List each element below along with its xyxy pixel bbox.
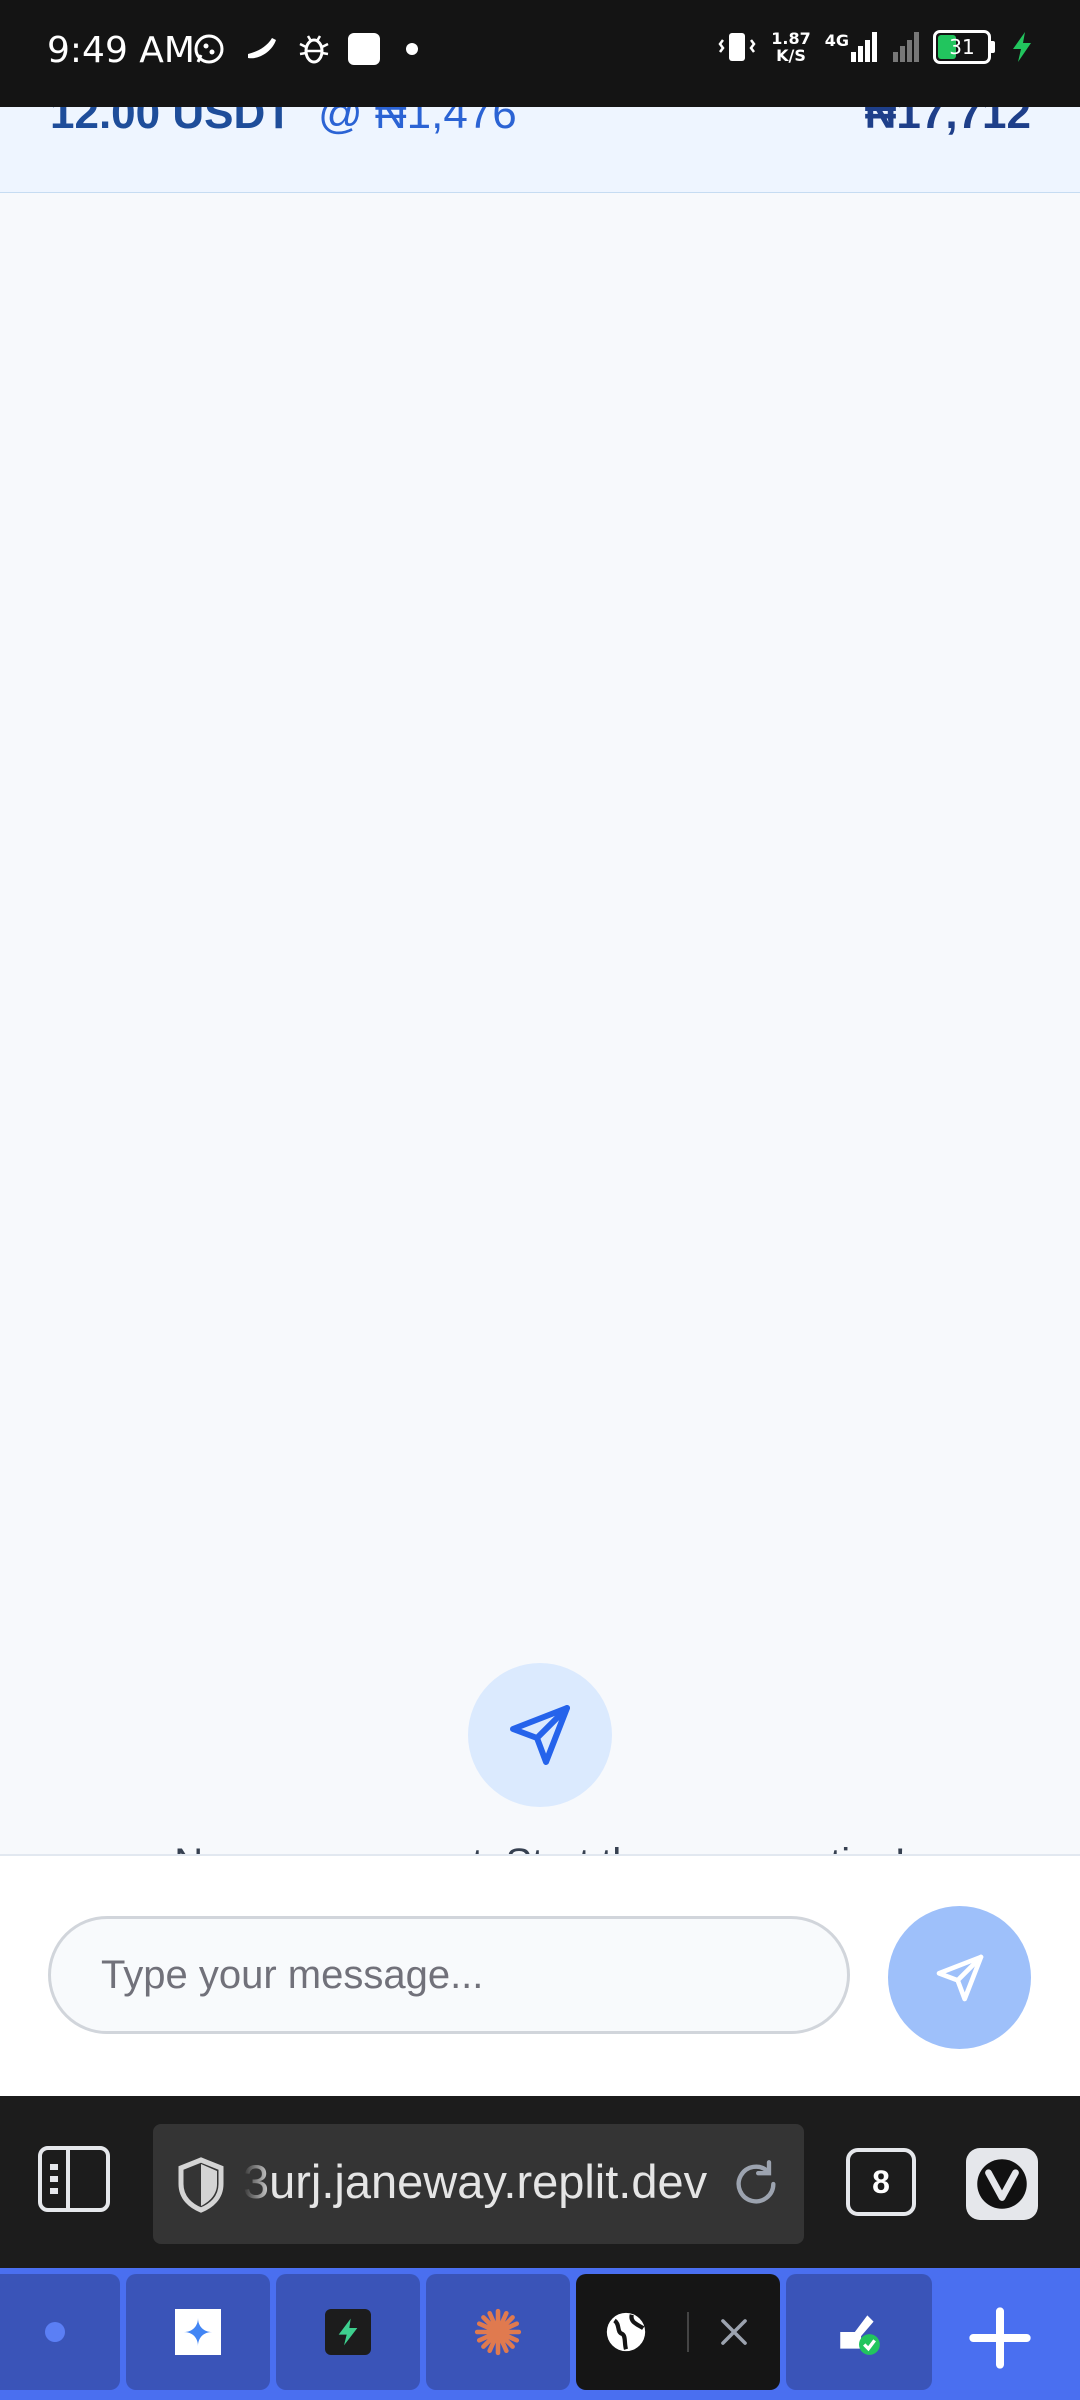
- status-bar: 9:49 AM 1.87 K/S 4G 31: [0, 0, 1080, 107]
- send-icon: [510, 1705, 570, 1765]
- signal-icon: 4G: [825, 32, 919, 62]
- tab-item[interactable]: [426, 2274, 570, 2390]
- verified-app-icon: [840, 2315, 880, 2355]
- whatsapp-icon: [194, 34, 224, 64]
- order-total: ₦17,712: [864, 107, 1031, 138]
- chili-icon: [248, 38, 276, 59]
- status-time: 9:49 AM: [47, 30, 195, 71]
- bug-icon: [299, 35, 329, 64]
- tab-item[interactable]: [0, 2274, 120, 2390]
- send-button[interactable]: [888, 1906, 1031, 2049]
- reload-icon[interactable]: [730, 2158, 782, 2210]
- dot-icon: [406, 43, 418, 55]
- browser-toolbar: 3urj.janeway.replit.dev 8: [0, 2096, 1080, 2268]
- empty-state-icon-circle: [468, 1663, 612, 1807]
- order-rate: @ ₦1,476: [318, 107, 517, 138]
- app-icon: [348, 33, 380, 65]
- shield-icon: [178, 2157, 224, 2213]
- address-bar[interactable]: 3urj.janeway.replit.dev: [153, 2124, 804, 2244]
- tab-switcher-button[interactable]: 8: [846, 2148, 916, 2216]
- panel-icon: [50, 2164, 58, 2194]
- vivaldi-menu-button[interactable]: [966, 2148, 1038, 2220]
- message-composer: [0, 1854, 1080, 2098]
- vivaldi-logo-icon: [977, 2159, 1027, 2209]
- vibrate-icon: [718, 33, 756, 61]
- url-text: 3urj.janeway.replit.dev: [243, 2155, 708, 2208]
- close-tab-icon[interactable]: [715, 2313, 753, 2351]
- tab-item-active[interactable]: [576, 2274, 780, 2390]
- new-tab-icon[interactable]: [960, 2298, 1040, 2378]
- tab-item[interactable]: [786, 2274, 932, 2390]
- claude-icon: [474, 2308, 522, 2356]
- order-amount: 12.00 USDT: [50, 107, 293, 138]
- network-speed: 1.87 K/S: [771, 29, 811, 65]
- tab-item[interactable]: [276, 2274, 420, 2390]
- message-input[interactable]: [48, 1916, 850, 2034]
- globe-icon: [606, 2312, 646, 2352]
- bolt-app-icon: [325, 2309, 371, 2355]
- tab-bar: [0, 2268, 1080, 2400]
- panel-toggle-button[interactable]: [38, 2146, 110, 2212]
- battery-icon: 31: [933, 30, 991, 64]
- chat-messages-area[interactable]: No messages yet. Start the conversation!: [0, 193, 1080, 1885]
- blur-tab-icon: [45, 2322, 65, 2342]
- notification-icons: [192, 32, 418, 66]
- tab-item[interactable]: [126, 2274, 270, 2390]
- gemini-icon: [175, 2309, 221, 2355]
- system-icons: 1.87 K/S 4G 31: [717, 30, 1035, 64]
- charging-icon: [1013, 32, 1031, 62]
- send-icon: [936, 1954, 983, 2001]
- order-summary: 12.00 USDT @ ₦1,476 ₦17,712: [0, 107, 1080, 194]
